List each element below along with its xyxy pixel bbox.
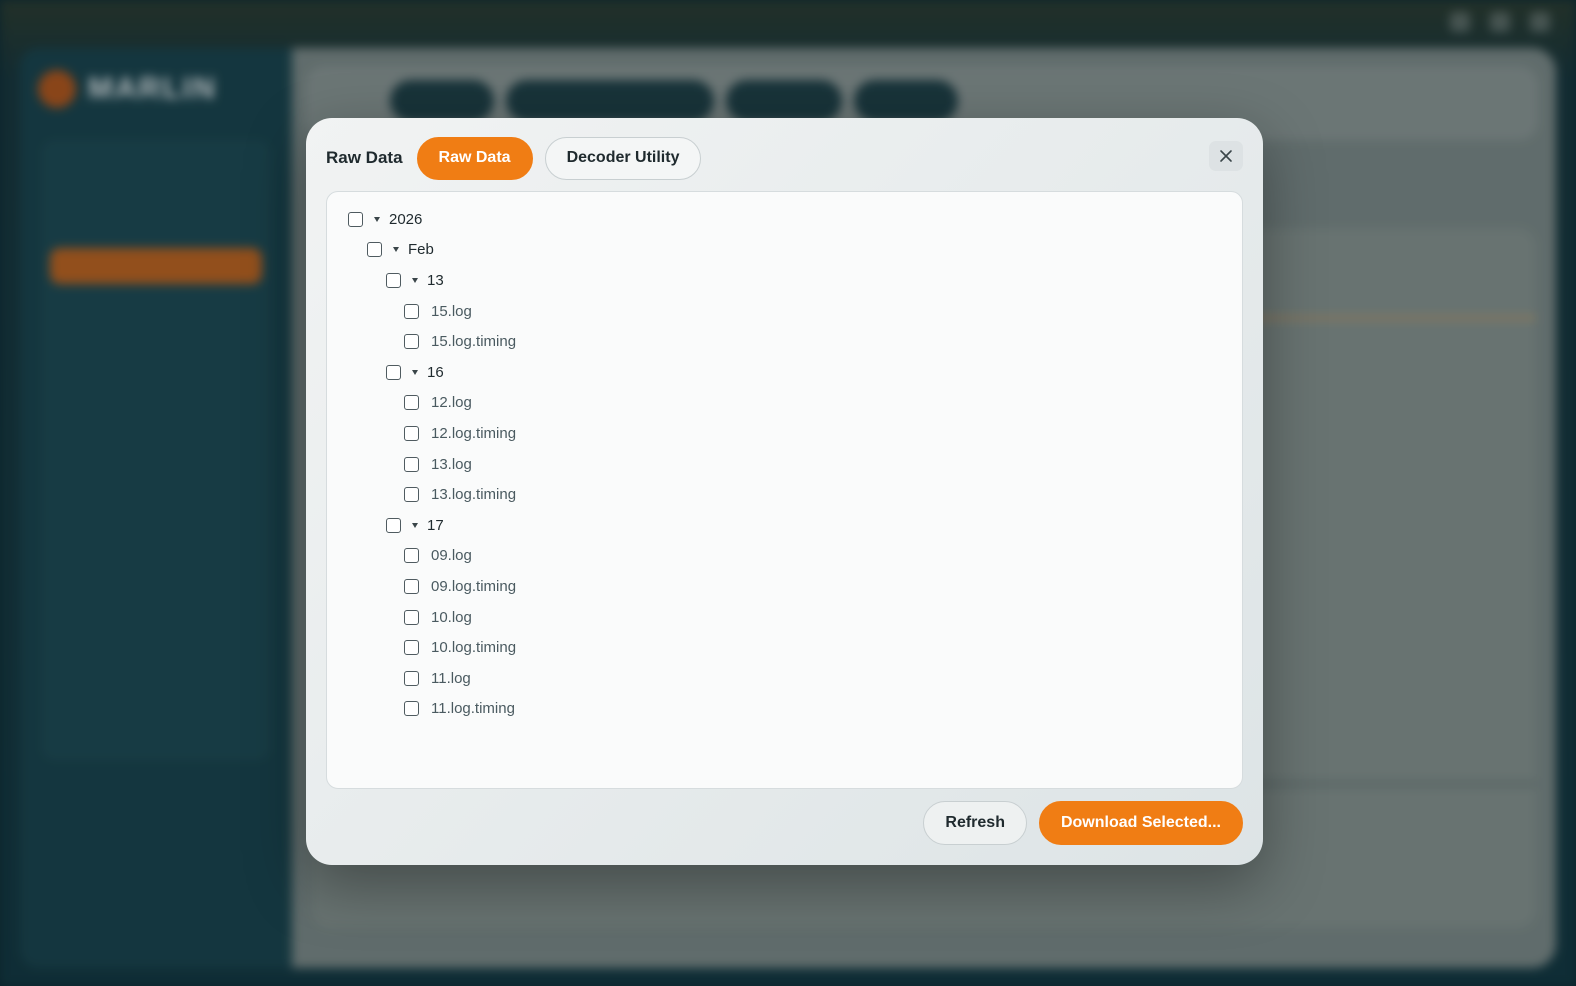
file-name: 15.log.timing [431,333,517,351]
tab-raw-data[interactable]: Raw Data [416,136,533,180]
modal-footer: Refresh Download Selected... [923,801,1243,845]
tree-node-day[interactable]: 17 [327,510,1242,541]
download-selected-button[interactable]: Download Selected... [1038,801,1243,845]
modal-title: Raw Data [326,148,403,167]
file-name: 09.log.timing [431,577,517,595]
day-checkbox[interactable] [386,517,401,533]
tree-node-year[interactable]: 2026 [327,204,1242,235]
file-checkbox[interactable] [404,334,419,350]
close-icon [1220,150,1232,162]
tree-file-item[interactable]: 12.log.timing [327,418,1242,449]
tree-node-day[interactable]: 13 [327,265,1242,296]
file-checkbox[interactable] [404,487,419,503]
tree-file-item[interactable]: 11.log [327,663,1242,694]
tab-decoder-utility[interactable]: Decoder Utility [544,136,702,180]
file-checkbox[interactable] [404,670,419,686]
raw-data-modal: Raw Data Raw Data Decoder Utility 2026 F… [306,118,1263,865]
close-button[interactable] [1209,141,1243,171]
tree-node-label: 17 [427,516,444,534]
tree-node-label: Feb [408,241,434,259]
caret-down-icon[interactable] [393,247,399,253]
file-checkbox[interactable] [404,701,419,717]
tree-file-item[interactable]: 15.log [327,296,1242,327]
caret-down-icon[interactable] [412,277,418,283]
file-name: 10.log.timing [431,639,517,657]
file-name: 15.log [431,302,472,320]
tree-file-item[interactable]: 11.log.timing [327,694,1242,725]
tree-node-label: 13 [427,271,444,289]
file-checkbox[interactable] [404,425,419,441]
refresh-button[interactable]: Refresh [923,801,1027,845]
tree-file-item[interactable]: 10.log [327,602,1242,633]
tree-node-day[interactable]: 16 [327,357,1242,388]
tree-node-label: 2026 [389,210,423,228]
file-name: 09.log [431,547,472,565]
file-checkbox[interactable] [404,395,419,411]
tree-file-item[interactable]: 12.log [327,388,1242,419]
modal-header: Raw Data Raw Data Decoder Utility [326,136,1243,180]
file-name: 12.log [431,394,472,412]
file-name: 11.log [431,669,471,687]
file-name: 12.log.timing [431,424,517,442]
caret-down-icon[interactable] [412,369,418,375]
month-checkbox[interactable] [367,242,382,258]
file-checkbox[interactable] [404,456,419,472]
year-checkbox[interactable] [348,211,363,227]
file-tree: 2026 Feb 13 15.log 15.log.timing 16 12.l… [326,191,1243,789]
tree-file-item[interactable]: 13.log.timing [327,479,1242,510]
tree-file-item[interactable]: 13.log [327,449,1242,480]
tree-file-item[interactable]: 09.log [327,541,1242,572]
file-checkbox[interactable] [404,578,419,594]
file-name: 13.log [431,455,472,473]
tree-file-item[interactable]: 15.log.timing [327,326,1242,357]
day-checkbox[interactable] [386,272,401,288]
file-name: 13.log.timing [431,486,517,504]
day-checkbox[interactable] [386,364,401,380]
caret-down-icon[interactable] [374,216,380,222]
tree-file-item[interactable]: 09.log.timing [327,571,1242,602]
tree-node-label: 16 [427,363,444,381]
file-name: 10.log [431,608,472,626]
tree-node-month[interactable]: Feb [327,235,1242,266]
file-name: 11.log.timing [431,700,515,718]
file-checkbox[interactable] [404,303,419,319]
caret-down-icon[interactable] [412,522,418,528]
file-checkbox[interactable] [404,548,419,564]
file-checkbox[interactable] [404,640,419,656]
file-checkbox[interactable] [404,609,419,625]
tree-file-item[interactable]: 10.log.timing [327,632,1242,663]
